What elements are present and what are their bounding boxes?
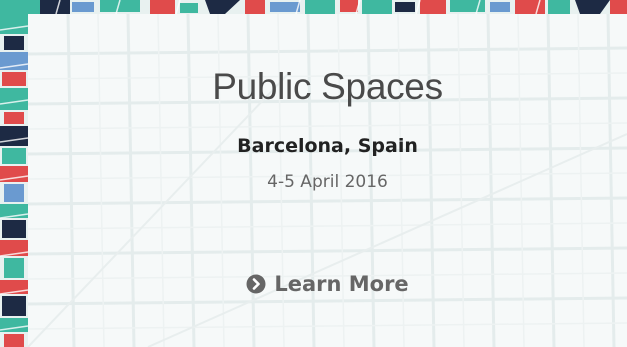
event-panel: Public Spaces Barcelona, Spain 4-5 April…: [28, 14, 627, 347]
event-location: Barcelona, Spain: [237, 135, 418, 157]
event-content: Public Spaces Barcelona, Spain 4-5 April…: [28, 14, 627, 347]
event-dates: 4-5 April 2016: [267, 172, 388, 192]
event-title: Public Spaces: [212, 66, 443, 107]
learn-more-label: Learn More: [274, 272, 409, 296]
learn-more-link[interactable]: Learn More: [28, 272, 627, 296]
event-card: Public Spaces Barcelona, Spain 4-5 April…: [0, 0, 627, 347]
chevron-circle-right-icon: [246, 274, 266, 294]
